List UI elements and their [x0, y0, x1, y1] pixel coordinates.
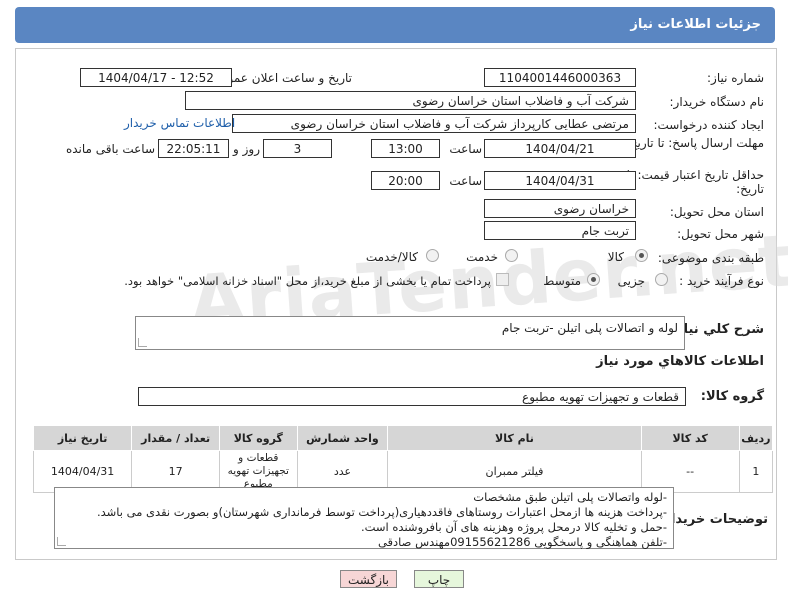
process-option-minor: جزیی: [617, 274, 645, 288]
reply-days-field: 3: [263, 139, 332, 158]
price-validity-label: حداقل تاریخ اعتبار قیمت: تا تاریخ:: [626, 168, 764, 196]
delivery-province-field: خراسان رضوی: [484, 199, 636, 218]
col-item-group: گروه کالا: [219, 425, 298, 451]
reply-time-label: ساعت: [449, 142, 482, 156]
category-option-service: خدمت: [466, 250, 498, 264]
category-label: طبقه بندی موضوعی:: [657, 251, 764, 265]
buyer-note-line: -لوله واتصالات پلی اتیلن طبق مشخصات: [473, 490, 667, 504]
col-item-name: نام کالا: [387, 425, 642, 451]
need-description-textarea[interactable]: لوله و اتصالات پلی اتیلن -تربت جام: [135, 316, 685, 350]
category-radio-service[interactable]: [505, 249, 518, 262]
requester-label: ایجاد کننده درخواست:: [653, 118, 764, 132]
need-description-text: لوله و اتصالات پلی اتیلن -تربت جام: [501, 321, 678, 335]
validity-date-field: 1404/04/31: [484, 171, 636, 190]
buyer-note-line: -تلفن هماهنگی و پاسخگویی 09155621286مهند…: [377, 535, 667, 549]
col-quantity: تعداد / مقدار: [131, 425, 221, 451]
goods-group-label: گروه كالا:: [700, 389, 764, 404]
buyer-note-line: -پرداخت هزینه ها ازمحل اعتبارات روستاهای…: [96, 505, 667, 519]
col-row-number: ردیف: [738, 425, 774, 451]
category-option-goods-service: کالا/خدمت: [365, 250, 418, 264]
col-unit: واحد شمارش: [296, 425, 389, 451]
category-radio-goods-service[interactable]: [426, 249, 439, 262]
items-table: ردیف کد کالا نام کالا واحد شمارش گروه کا…: [32, 425, 774, 493]
resize-handle-icon[interactable]: [138, 338, 147, 347]
print-button[interactable]: چاپ: [414, 570, 464, 588]
delivery-city-label: شهر محل تحویل:: [677, 227, 764, 241]
requester-field: مرتضی عطایی کارپرداز شرکت آب و فاضلاب اس…: [232, 114, 636, 133]
buyer-org-field: شرکت آب و فاضلاب استان خراسان رضوی: [185, 91, 636, 110]
col-item-code: کد کالا: [640, 425, 740, 451]
delivery-province-label: استان محل تحویل:: [669, 205, 764, 219]
buyer-notes-textarea[interactable]: -لوله واتصالات پلی اتیلن طبق مشخصات -پرد…: [54, 487, 674, 549]
remaining-time-field: 22:05:11: [158, 139, 229, 158]
purchase-process-label: نوع فرآیند خرید :: [679, 274, 764, 288]
treasury-note: پرداخت تمام یا بخشی از مبلغ خرید،از محل …: [124, 274, 491, 288]
buyer-contact-link[interactable]: اطلاعات تماس خریدار: [124, 116, 235, 130]
page-header: جزئیات اطلاعات نیاز: [15, 7, 775, 43]
goods-info-heading: اطلاعات كالاهاي مورد نياز: [596, 354, 764, 369]
day-label: روز و: [233, 142, 260, 156]
need-number-field: 1104001446000363: [484, 68, 636, 87]
validity-time-field: 20:00: [371, 171, 440, 190]
buyer-notes-label: توضیحات خریدار:: [658, 512, 768, 527]
buyer-note-line: -حمل و تخلیه کالا درمحل پروژه وهزینه های…: [360, 520, 667, 534]
need-number-label: شماره نیاز:: [707, 71, 764, 85]
category-option-goods: کالا: [607, 250, 624, 264]
buyer-org-label: نام دستگاه خریدار:: [669, 95, 765, 109]
reply-date-field: 1404/04/21: [484, 139, 636, 158]
process-radio-medium[interactable]: [587, 273, 600, 286]
validity-time-label: ساعت: [449, 174, 482, 188]
reply-deadline-label: مهلت ارسال پاسخ: تا تاریخ:: [625, 136, 764, 150]
announce-datetime-field: 1404/04/17 - 12:52: [80, 68, 232, 87]
table-header-row: ردیف کد کالا نام کالا واحد شمارش گروه کا…: [32, 425, 774, 451]
reply-time-field: 13:00: [371, 139, 440, 158]
page-title: جزئیات اطلاعات نیاز: [630, 17, 761, 32]
delivery-city-field: تربت جام: [484, 221, 636, 240]
process-option-medium: متوسط: [543, 274, 581, 288]
goods-group-field: قطعات و تجهیزات تهویه مطبوع: [138, 387, 686, 406]
col-need-date: تاریخ نیاز: [32, 425, 133, 451]
resize-handle-icon[interactable]: [57, 537, 66, 546]
process-radio-minor[interactable]: [655, 273, 668, 286]
category-radio-goods[interactable]: [635, 249, 648, 262]
back-button[interactable]: بازگشت: [340, 570, 397, 588]
cell-row-number: 1: [738, 450, 774, 493]
remaining-label: ساعت باقی مانده: [65, 142, 155, 156]
treasury-checkbox[interactable]: [496, 273, 509, 286]
page: جزئیات اطلاعات نیاز AriaTender.net شماره…: [0, 0, 788, 606]
